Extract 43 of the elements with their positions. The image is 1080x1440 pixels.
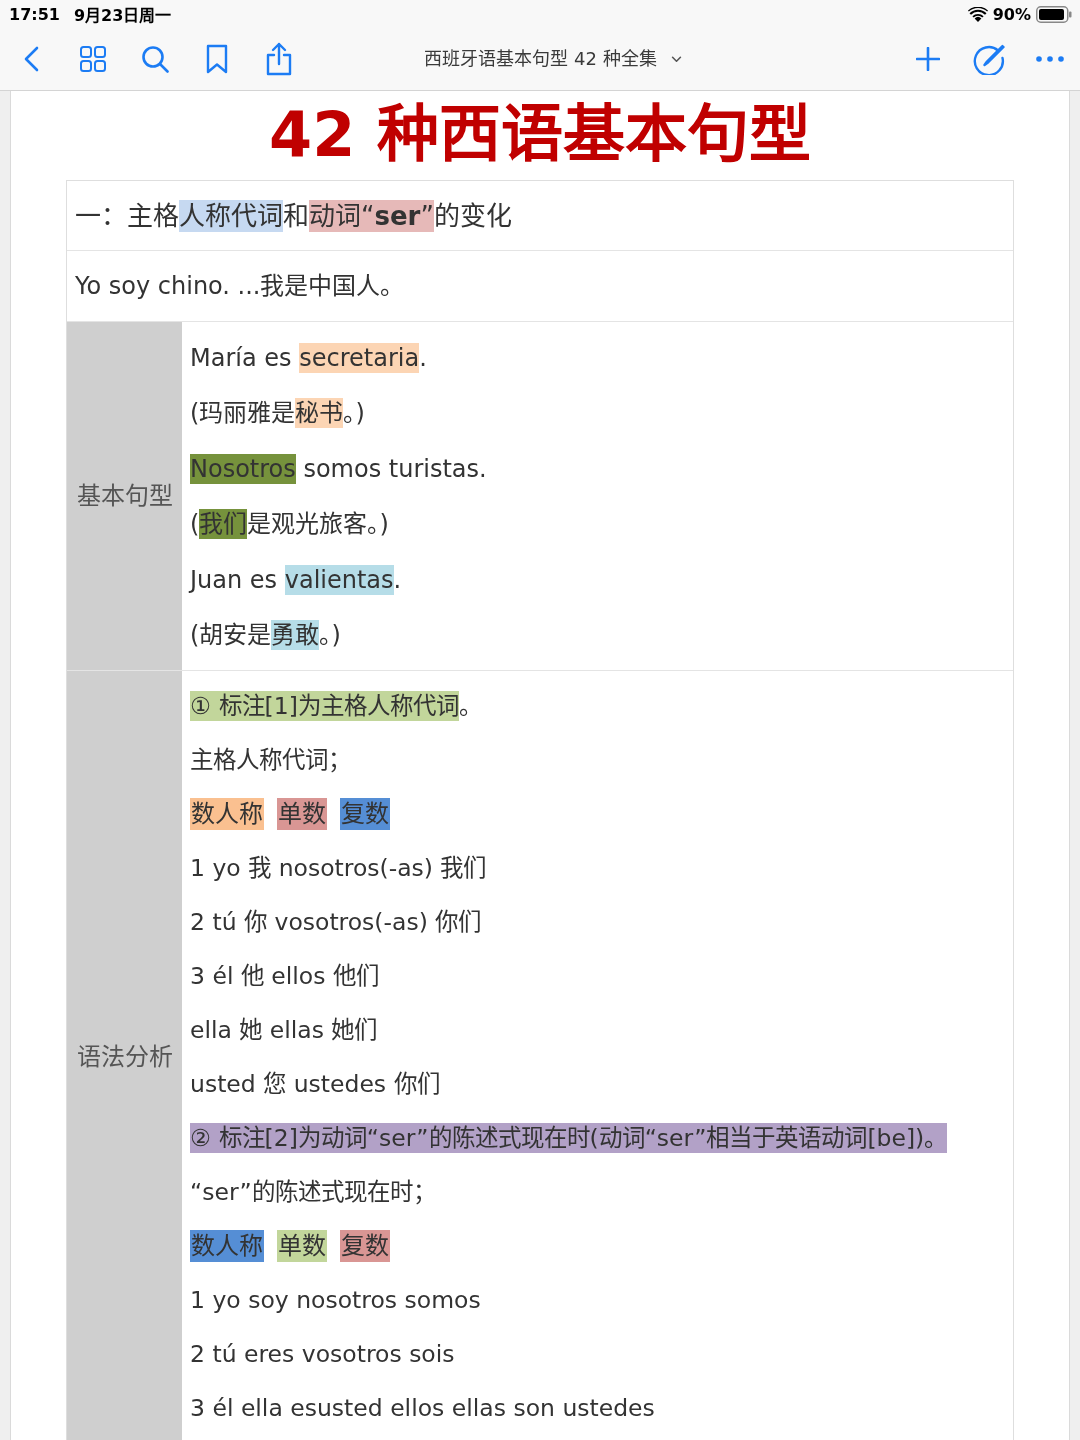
lesson-text: 1 yo soy nosotros somos bbox=[190, 1285, 481, 1316]
column-heading: 数人称 bbox=[190, 1230, 264, 1262]
document-title-button[interactable]: 西班牙语基本句型 42 种全集 bbox=[422, 43, 684, 75]
battery-icon bbox=[1036, 5, 1072, 23]
lesson-text: 1 yo 我 nosotros(-as) 我们 bbox=[190, 853, 487, 884]
lesson-text: ② 标注[2]为动词“ser”的陈述式现在时(动词“ser”相当于英语动词[be])。 bbox=[190, 1122, 948, 1154]
lesson-text: (胡安是勇敢。) bbox=[190, 619, 341, 652]
status-time: 17:51 bbox=[9, 4, 60, 24]
row-header: 语法分析 bbox=[67, 671, 182, 1440]
lesson-text: 3 él ella esusted ellos ellas son ustedes bbox=[190, 1393, 655, 1424]
column-heading: 单数 bbox=[277, 1230, 327, 1262]
column-heading: 单数 bbox=[277, 798, 327, 830]
more-icon[interactable] bbox=[1035, 56, 1064, 62]
lesson-text: Nosotros somos turistas. bbox=[190, 452, 487, 485]
lesson-text: María es secretaria. bbox=[190, 341, 427, 374]
lesson-text: 2 tú eres vosotros sois bbox=[190, 1339, 455, 1370]
lesson-text: 2 tú 你 vosotros(-as) 你们 bbox=[190, 907, 482, 938]
lesson-text: usted 您 ustedes 你们 bbox=[190, 1069, 440, 1100]
lesson-text: 3 él 他 ellos 他们 bbox=[190, 961, 379, 992]
search-icon[interactable] bbox=[141, 45, 169, 73]
battery-percent: 90% bbox=[992, 4, 1031, 24]
lesson-text: Juan es valientas. bbox=[190, 563, 402, 596]
document-title: 42 种西语基本句型 bbox=[269, 97, 811, 173]
wifi-icon bbox=[967, 6, 988, 22]
column-heading: 复数 bbox=[340, 1230, 390, 1262]
share-icon[interactable] bbox=[265, 42, 293, 76]
column-heading: 复数 bbox=[340, 798, 390, 830]
bookmark-icon[interactable] bbox=[206, 44, 228, 74]
back-icon[interactable] bbox=[23, 46, 39, 72]
column-heading: 数人称 bbox=[190, 798, 264, 830]
table-heading: 一：主格人称代词和动词“ser”的变化 bbox=[75, 198, 512, 233]
pencil-circle-icon[interactable] bbox=[972, 43, 1005, 75]
plus-icon[interactable] bbox=[915, 47, 940, 71]
example-sentence: Yo soy chino. ...我是中国人。 bbox=[75, 271, 405, 302]
lesson-text: (玛丽雅是秘书。) bbox=[190, 397, 365, 430]
grid-icon[interactable] bbox=[80, 46, 106, 72]
chevron-down-icon bbox=[670, 55, 682, 63]
lesson-text: 主格人称代词； bbox=[190, 745, 351, 776]
row-header: 基本句型 bbox=[67, 322, 182, 670]
lesson-text: ella 她 ellas 她们 bbox=[190, 1015, 378, 1046]
lesson-text: (我们是观光旅客。) bbox=[190, 508, 389, 541]
lesson-text: “ser”的陈述式现在时； bbox=[190, 1177, 436, 1208]
status-date: 9月23日周一 bbox=[73, 5, 172, 26]
